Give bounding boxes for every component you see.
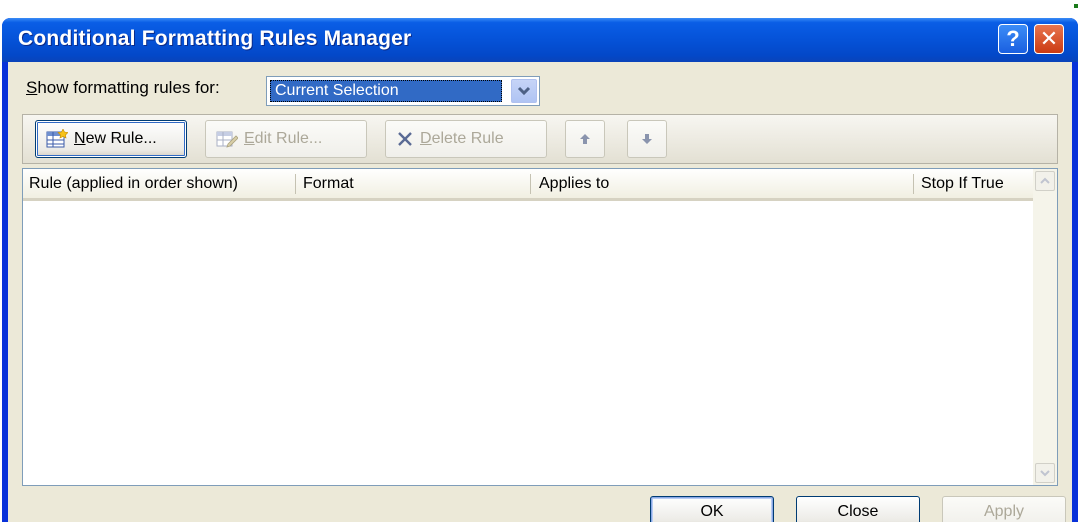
dropdown-selected-value: Current Selection [270, 80, 502, 102]
delete-rule-button[interactable]: Delete Rule [385, 120, 547, 158]
close-button[interactable]: Close [796, 496, 920, 522]
scroll-down-button[interactable] [1035, 463, 1055, 483]
title-bar[interactable]: Conditional Formatting Rules Manager ? ✕ [2, 18, 1078, 62]
edit-rule-accel: E [244, 130, 255, 147]
rules-list-header: Rule (applied in order shown) Format App… [23, 169, 1033, 201]
column-header-format[interactable]: Format [303, 175, 354, 193]
new-rule-button[interactable]: New Rule... [35, 120, 187, 158]
chevron-up-icon [1040, 177, 1050, 184]
vertical-scrollbar[interactable] [1033, 169, 1057, 485]
help-button[interactable]: ? [998, 24, 1028, 54]
dialog-body: Show formatting rules for: Current Selec… [8, 62, 1072, 522]
dialog-window: Conditional Formatting Rules Manager ? ✕… [2, 18, 1078, 522]
delete-rule-accel: D [420, 130, 432, 147]
dialog-title: Conditional Formatting Rules Manager [18, 27, 412, 50]
column-divider[interactable] [913, 174, 914, 194]
chevron-down-icon [1040, 470, 1050, 477]
show-rules-label-text: how formatting rules for: [37, 78, 220, 97]
new-rule-accel: N [74, 130, 86, 147]
apply-button[interactable]: Apply [942, 496, 1066, 522]
green-dot [1074, 4, 1078, 8]
new-rule-icon [46, 129, 68, 149]
dropdown-arrow-button[interactable] [511, 79, 537, 103]
edit-rule-icon [216, 129, 238, 149]
rules-toolbar: New Rule... Edit Rule... Delete Rule [22, 114, 1058, 164]
chevron-down-icon [517, 86, 531, 96]
arrow-up-icon [580, 134, 590, 144]
edit-rule-text: dit Rule... [254, 130, 323, 147]
column-divider[interactable] [530, 174, 531, 194]
close-window-button[interactable]: ✕ [1034, 24, 1064, 54]
close-icon: ✕ [1039, 26, 1059, 51]
show-rules-label-accel: S [26, 78, 38, 97]
ok-button[interactable]: OK [650, 496, 774, 522]
help-icon: ? [1006, 26, 1020, 51]
top-strip [0, 0, 1080, 18]
rules-list[interactable]: Rule (applied in order shown) Format App… [22, 168, 1058, 486]
new-rule-text: ew Rule... [85, 130, 157, 147]
column-header-stop-if-true[interactable]: Stop If True [921, 175, 1004, 193]
delete-x-icon [396, 130, 414, 148]
show-rules-for-dropdown[interactable]: Current Selection [266, 76, 540, 106]
show-rules-label: Show formatting rules for: [26, 78, 220, 98]
column-header-rule[interactable]: Rule (applied in order shown) [29, 175, 238, 193]
column-divider[interactable] [295, 174, 296, 194]
edit-rule-label: Edit Rule... [244, 130, 322, 148]
delete-rule-label: Delete Rule [420, 130, 504, 148]
column-header-applies-to[interactable]: Applies to [539, 175, 609, 193]
move-down-button[interactable] [627, 120, 667, 158]
delete-rule-text: elete Rule [431, 130, 504, 147]
new-rule-label: New Rule... [74, 130, 157, 148]
arrow-down-icon [642, 134, 652, 144]
edit-rule-button[interactable]: Edit Rule... [205, 120, 367, 158]
scroll-up-button[interactable] [1035, 171, 1055, 191]
move-up-button[interactable] [565, 120, 605, 158]
